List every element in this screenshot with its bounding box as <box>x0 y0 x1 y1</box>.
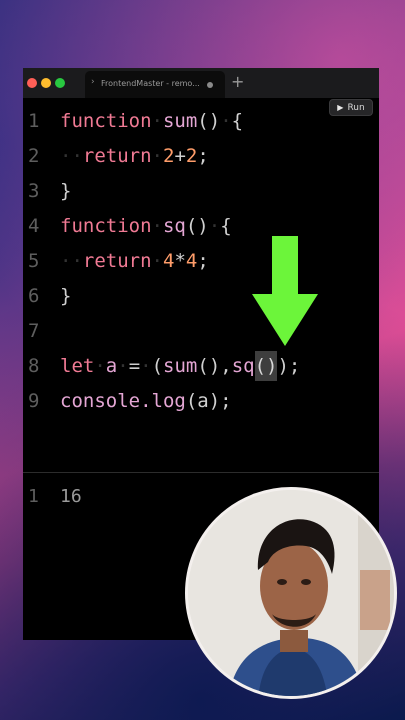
code-token: sum <box>163 355 198 377</box>
output-value: 16 <box>60 486 82 507</box>
code-token: } <box>60 180 72 202</box>
code-line[interactable]: 8 let·a·=·(sum(),sq()); <box>23 351 379 381</box>
code-token: · <box>151 145 163 167</box>
chevron-right-icon: › <box>91 77 95 87</box>
code-token: * <box>174 250 186 272</box>
code-token: sq <box>231 355 255 377</box>
presenter-webcam <box>185 487 397 699</box>
code-token: 2 <box>162 145 175 167</box>
code-text: console.log(a); <box>60 386 232 416</box>
code-token: { <box>231 110 244 132</box>
output-divider <box>23 472 379 473</box>
code-token: () <box>197 110 221 132</box>
code-text: ··return·4*4; <box>60 246 209 276</box>
code-token: function <box>60 110 152 132</box>
line-number: 7 <box>28 320 40 342</box>
code-line[interactable]: 5 ··return·4*4; <box>23 246 379 276</box>
code-token: ; <box>197 145 209 167</box>
code-token: { <box>220 215 232 237</box>
code-line[interactable]: 4 function·sq()·{ <box>23 211 379 241</box>
text-cursor-selection: () <box>254 351 278 381</box>
code-text: } <box>60 281 71 311</box>
line-number: 2 <box>28 145 40 167</box>
code-token: · <box>117 355 129 377</box>
code-token: · <box>151 250 163 272</box>
code-token: a <box>105 355 118 377</box>
new-tab-button[interactable]: + <box>231 72 244 91</box>
code-token: + <box>174 145 186 167</box>
code-token: return <box>82 145 152 167</box>
code-token: ·· <box>60 145 83 167</box>
minimize-window-icon[interactable] <box>41 78 51 88</box>
maximize-window-icon[interactable] <box>55 78 65 88</box>
code-line[interactable]: 6} <box>23 281 379 311</box>
line-number: 5 <box>28 250 40 272</box>
code-token: sum <box>162 110 198 132</box>
unsaved-dot-icon[interactable] <box>207 82 213 88</box>
code-token: sq <box>162 215 186 237</box>
code-token: ·· <box>60 250 83 272</box>
code-line[interactable]: 1 function·sum()·{ <box>23 106 379 136</box>
close-window-icon[interactable] <box>27 78 37 88</box>
line-number: 8 <box>28 355 40 377</box>
output-line-number: 1 <box>28 486 39 507</box>
tab-title: FrontendMaster - remo... <box>101 79 200 88</box>
code-token: · <box>220 110 232 132</box>
code-token: console.log <box>60 390 186 412</box>
line-number: 1 <box>28 110 40 132</box>
code-token: function <box>60 215 152 237</box>
code-token: 2 <box>185 145 198 167</box>
line-number: 4 <box>28 215 40 237</box>
code-token: ; <box>197 250 209 272</box>
code-line[interactable]: 3} <box>23 176 379 206</box>
code-token: = <box>128 355 141 377</box>
line-number: 9 <box>28 390 40 412</box>
code-token: () <box>185 215 209 237</box>
file-tab[interactable]: › FrontendMaster - remo... <box>85 71 225 98</box>
code-token: ); <box>277 355 301 377</box>
code-token: 4 <box>185 250 198 272</box>
code-text: ··return·2+2; <box>60 141 209 171</box>
code-line[interactable]: 2 ··return·2+2; <box>23 141 379 171</box>
code-token: (), <box>197 355 232 377</box>
down-arrow-icon <box>252 236 318 346</box>
code-token: · <box>151 215 163 237</box>
code-line[interactable]: 7 <box>23 316 379 346</box>
code-token: let <box>60 355 95 377</box>
line-number: 6 <box>28 285 40 307</box>
title-bar: › FrontendMaster - remo... + <box>23 68 379 98</box>
code-token: (a); <box>185 390 232 412</box>
code-token: ( <box>151 355 164 377</box>
code-token: return <box>82 250 152 272</box>
code-token: · <box>151 110 163 132</box>
code-text: let·a·=·(sum(),sq()); <box>60 351 300 381</box>
presenter-video <box>188 490 394 696</box>
line-number: 3 <box>28 180 40 202</box>
code-line[interactable]: 9 console.log(a); <box>23 386 379 416</box>
code-text: function·sum()·{ <box>60 106 243 136</box>
code-token: · <box>94 355 106 377</box>
code-token: · <box>140 355 152 377</box>
code-text: function·sq()·{ <box>60 211 232 241</box>
code-token: · <box>208 215 221 237</box>
code-token: } <box>60 285 72 307</box>
code-token: 4 <box>162 250 175 272</box>
code-text: } <box>60 176 71 206</box>
